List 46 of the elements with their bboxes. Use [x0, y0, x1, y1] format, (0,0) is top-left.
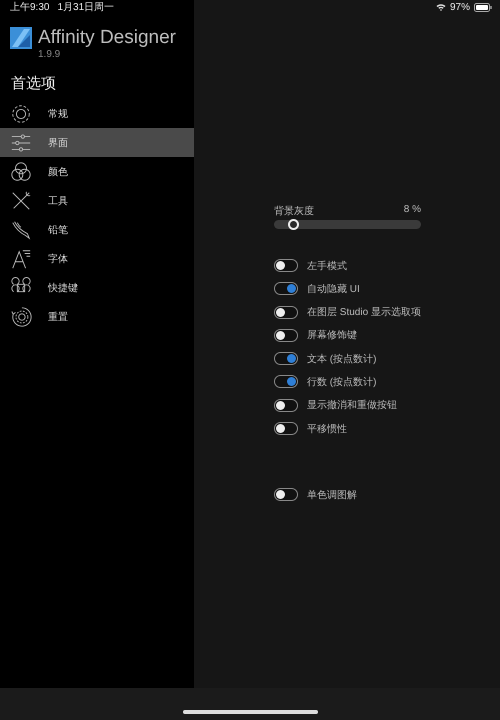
toggle-label: 自动隐藏 UI — [307, 282, 360, 296]
status-time: 上午9:30 — [10, 0, 50, 14]
pen-icon — [10, 218, 32, 240]
toggle-label: 显示撤消和重做按钮 — [307, 398, 397, 412]
toggle-switch[interactable] — [274, 328, 298, 342]
letter-icon — [10, 248, 32, 270]
toggle-label: 文本 (按点数计) — [307, 352, 376, 366]
app-version: 1.9.9 — [38, 49, 62, 60]
toggle-label: 行数 (按点数计) — [307, 376, 376, 389]
wifi-icon — [436, 3, 446, 11]
toggle-switch[interactable] — [274, 375, 298, 388]
sliders-icon — [10, 132, 32, 154]
gear-icon — [10, 102, 32, 124]
toggle-switch[interactable] — [274, 488, 298, 502]
sidebar-title: 首选项 — [11, 74, 57, 93]
toggle-label: 平移惯性 — [307, 422, 347, 436]
slider-label: 背景灰度 — [274, 204, 314, 218]
circles-icon — [10, 160, 32, 182]
tools-icon — [10, 190, 32, 212]
sidebar-item[interactable]: 重置 — [0, 302, 194, 331]
sidebar-item[interactable]: 工具 — [0, 186, 194, 215]
battery-icon — [474, 2, 492, 12]
toggle-label: 在图层 Studio 显示选取项 — [307, 306, 421, 320]
toggle-switch[interactable] — [274, 398, 298, 412]
toggle-switch[interactable] — [274, 422, 298, 436]
toggle-label: 单色调图解 — [307, 488, 357, 502]
toggle-switch[interactable] — [274, 306, 298, 319]
toggle-switch[interactable] — [274, 282, 298, 296]
sidebar-item[interactable]: 颜色 — [0, 157, 194, 186]
toggle-switch[interactable] — [274, 259, 298, 272]
toggle-switch[interactable] — [274, 352, 298, 366]
sidebar-item[interactable]: 常规 — [0, 99, 194, 128]
toggle-label: 屏幕修饰键 — [307, 328, 357, 342]
slider-thumb[interactable] — [288, 219, 299, 230]
sidebar-item[interactable]: 界面 — [0, 128, 194, 157]
sidebar-item[interactable]: 快捷键 — [0, 273, 194, 302]
status-date: 1月31日周一 — [57, 1, 114, 14]
toggle-label: 左手模式 — [307, 260, 347, 272]
sidebar-item[interactable]: 字体 — [0, 244, 194, 273]
slider-track[interactable] — [274, 220, 421, 229]
sidebar-item[interactable]: 铅笔 — [0, 215, 194, 244]
reset-icon — [10, 306, 32, 328]
app-name: Affinity Designer — [38, 27, 176, 49]
slider-reading: 8 % — [404, 204, 421, 217]
app-logo-icon — [10, 27, 32, 49]
battery-percent: 97% — [450, 2, 470, 12]
